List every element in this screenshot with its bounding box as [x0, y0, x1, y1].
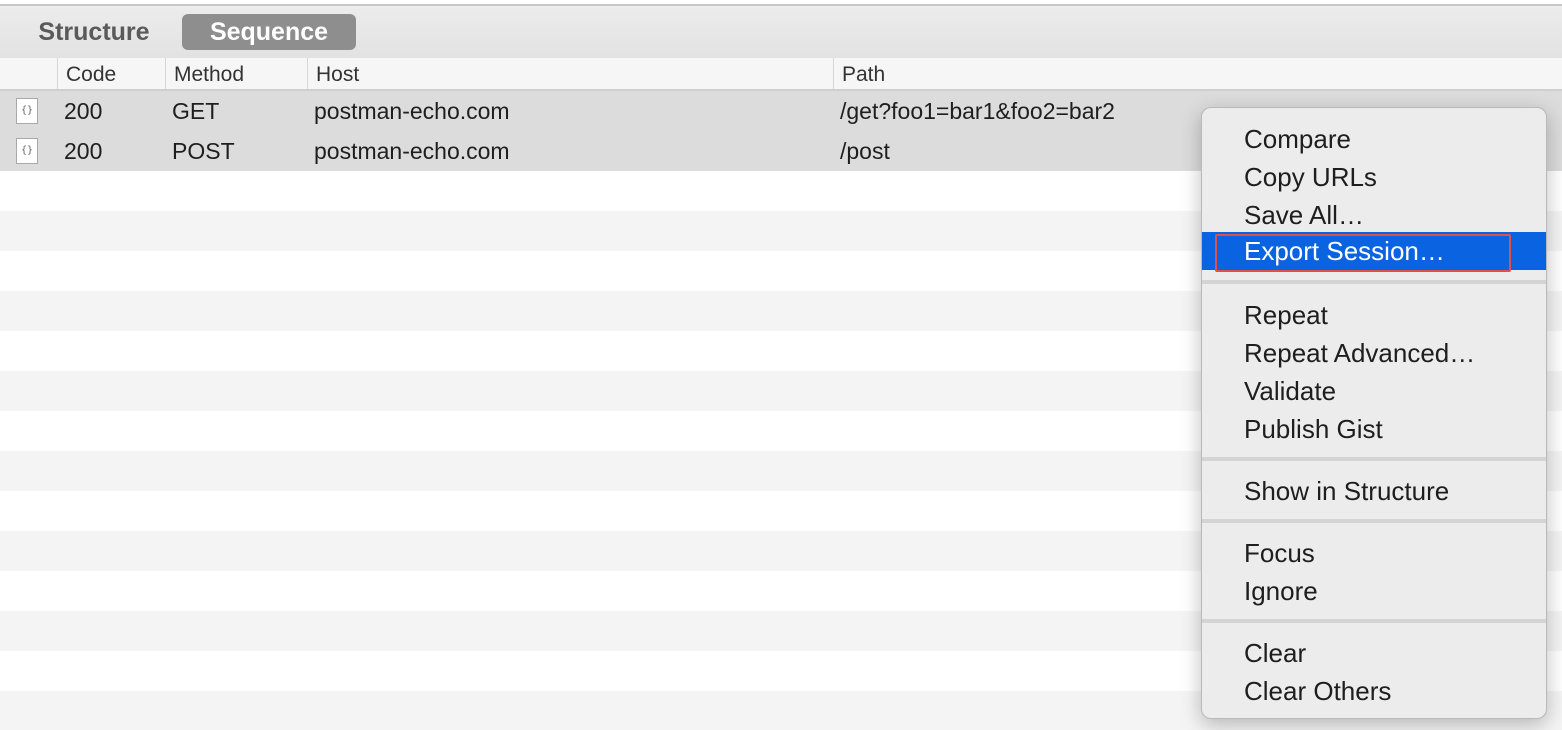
json-file-icon: {}: [16, 98, 38, 124]
cell-host: postman-echo.com: [314, 98, 510, 124]
column-header-path[interactable]: Path: [833, 58, 1562, 89]
context-menu: Compare Copy URLs Save All… Export Sessi…: [1201, 107, 1547, 719]
menu-separator: [1202, 280, 1546, 284]
menu-item-clear-others[interactable]: Clear Others: [1202, 672, 1546, 710]
cell-method: POST: [172, 138, 235, 164]
cell-path: /post: [840, 138, 890, 164]
menu-item-repeat[interactable]: Repeat: [1202, 296, 1546, 334]
menu-separator: [1202, 619, 1546, 623]
menu-item-compare[interactable]: Compare: [1202, 120, 1546, 158]
menu-item-publish-gist[interactable]: Publish Gist: [1202, 410, 1546, 448]
app-window: Structure Sequence Code Method Host Path…: [0, 0, 1562, 730]
cell-code: 200: [64, 138, 103, 164]
column-header-host[interactable]: Host: [307, 58, 833, 89]
column-header-code[interactable]: Code: [57, 58, 165, 89]
menu-item-export-session[interactable]: Export Session…: [1202, 232, 1546, 272]
cell-path: /get?foo1=bar1&foo2=bar2: [840, 98, 1115, 124]
column-header-icon[interactable]: [0, 58, 57, 89]
table-header: Code Method Host Path: [0, 58, 1562, 91]
menu-item-copy-urls[interactable]: Copy URLs: [1202, 158, 1546, 196]
menu-item-clear[interactable]: Clear: [1202, 634, 1546, 672]
menu-item-show-in-structure[interactable]: Show in Structure: [1202, 472, 1546, 510]
menu-separator: [1202, 457, 1546, 461]
menu-separator: [1202, 519, 1546, 523]
cell-host: postman-echo.com: [314, 138, 510, 164]
cell-method: GET: [172, 98, 220, 124]
menu-item-repeat-advanced[interactable]: Repeat Advanced…: [1202, 334, 1546, 372]
view-switcher-bar: Structure Sequence: [0, 6, 1562, 58]
menu-item-focus[interactable]: Focus: [1202, 534, 1546, 572]
column-header-method[interactable]: Method: [165, 58, 307, 89]
tab-sequence[interactable]: Sequence: [182, 14, 356, 50]
menu-item-validate[interactable]: Validate: [1202, 372, 1546, 410]
tab-structure[interactable]: Structure: [18, 14, 170, 50]
menu-item-export-session-label: Export Session…: [1244, 236, 1445, 266]
menu-item-save-all[interactable]: Save All…: [1202, 196, 1546, 234]
cell-code: 200: [64, 98, 103, 124]
menu-item-ignore[interactable]: Ignore: [1202, 572, 1546, 610]
json-file-icon: {}: [16, 138, 38, 164]
